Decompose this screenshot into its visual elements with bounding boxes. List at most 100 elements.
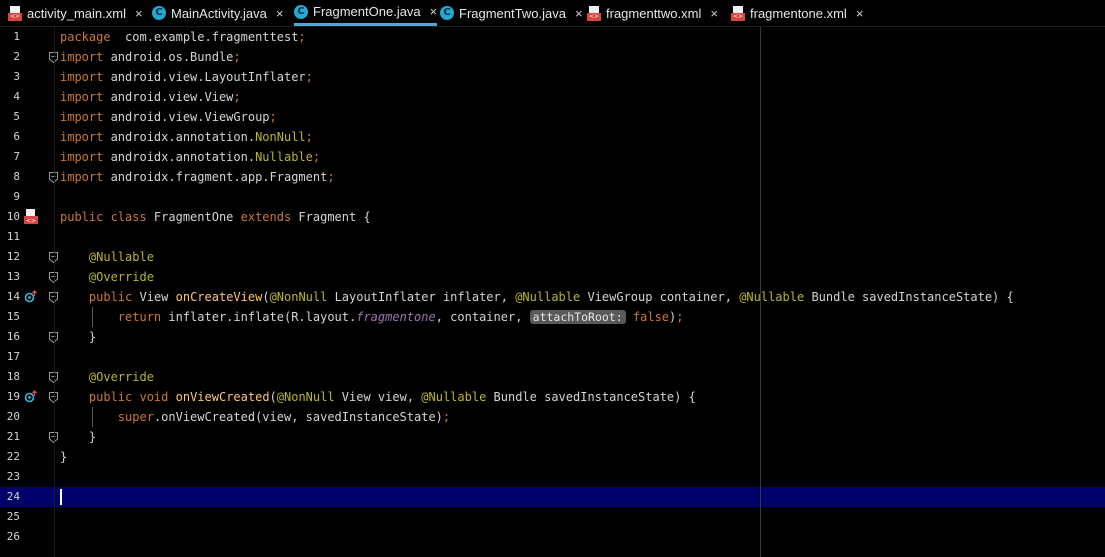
code-token: android.view.ViewGroup (103, 110, 270, 124)
code-token: return (117, 310, 162, 324)
code-token: @Override (88, 370, 154, 384)
code-token: import (60, 70, 104, 84)
override-method-icon[interactable] (24, 390, 38, 404)
line-number: 2 (13, 50, 20, 63)
close-tab-icon[interactable]: × (575, 6, 583, 21)
code-line[interactable]: 13 @Override (0, 267, 1105, 287)
code-token: @Nullable (421, 390, 487, 404)
code-line[interactable]: 25 (0, 507, 1105, 527)
tab-fragmenttwo-java[interactable]: C FragmentTwo.java × (440, 0, 583, 26)
close-tab-icon[interactable]: × (710, 6, 718, 21)
code-token: public void (88, 390, 169, 404)
line-number: 17 (6, 350, 20, 363)
code-token: @Nullable (739, 290, 805, 304)
close-tab-icon[interactable]: × (276, 6, 284, 21)
close-tab-icon[interactable]: × (856, 6, 864, 21)
xml-file-icon: <> (731, 5, 745, 21)
code-token: } (60, 430, 97, 444)
close-tab-icon[interactable]: × (135, 6, 143, 21)
code-line[interactable]: 3 import android.view.LayoutInflater; (0, 67, 1105, 87)
code-token: android.os.Bundle (103, 50, 234, 64)
code-line[interactable]: 20 super.onViewCreated(view, savedInstan… (0, 407, 1105, 427)
code-line[interactable]: 18 @Override (0, 367, 1105, 387)
code-line[interactable]: 10 public class FragmentOne extends Fragm… (0, 207, 1105, 227)
code-line[interactable]: 9 (0, 187, 1105, 207)
code-line[interactable]: 5 import android.view.ViewGroup; (0, 107, 1105, 127)
tab-mainactivity-java[interactable]: C MainActivity.java × (152, 0, 283, 26)
tab-label: activity_main.xml (27, 5, 126, 21)
code-token: ; (269, 110, 277, 124)
code-token: ( (269, 390, 277, 404)
code-token: LayoutInflater inflater, (327, 290, 516, 304)
close-tab-icon[interactable]: × (430, 4, 438, 19)
code-line[interactable]: 12 @Nullable (0, 247, 1105, 267)
line-number: 6 (13, 130, 20, 143)
code-token: super (117, 410, 154, 424)
tab-label: fragmentone.xml (750, 5, 847, 21)
code-token: ; (442, 410, 451, 424)
line-number: 21 (6, 430, 20, 443)
tab-fragmenttwo-xml[interactable]: <> fragmenttwo.xml × (587, 0, 718, 26)
line-number: 25 (6, 510, 20, 523)
code-line[interactable]: 23 (0, 467, 1105, 487)
tab-activity-main-xml[interactable]: <> activity_main.xml × (8, 0, 143, 26)
code-line[interactable]: 19 public void onViewCreated(@NonNull Vi… (0, 387, 1105, 407)
code-token: package (60, 30, 111, 44)
code-token: Bundle savedInstanceState) { (804, 290, 1014, 304)
gutter-separator (54, 27, 55, 557)
code-text: import androidx.annotation.Nullable; (60, 147, 320, 167)
line-number: 1 (13, 30, 20, 43)
code-line[interactable]: 15 return inflater.inflate(R.layout.frag… (0, 307, 1105, 327)
code-line[interactable]: 16 } (0, 327, 1105, 347)
code-line[interactable]: 4 import android.view.View; (0, 87, 1105, 107)
code-line[interactable]: 26 (0, 527, 1105, 547)
line-number: 4 (13, 90, 20, 103)
code-token: } (60, 450, 68, 464)
line-number: 10 (6, 210, 20, 223)
xml-layout-icon[interactable]: <> (24, 209, 38, 224)
code-token: import (60, 50, 104, 64)
code-line[interactable]: 21 } (0, 427, 1105, 447)
line-number: 13 (6, 270, 20, 283)
code-token: onViewCreated (175, 390, 270, 404)
code-line[interactable]: 6 import androidx.annotation.NonNull; (0, 127, 1105, 147)
code-text: import android.view.LayoutInflater; (60, 67, 313, 87)
xml-file-icon: <> (8, 5, 22, 21)
code-line[interactable]: 7 import androidx.annotation.Nullable; (0, 147, 1105, 167)
line-number: 5 (13, 110, 20, 123)
code-text: import androidx.fragment.app.Fragment; (60, 167, 335, 187)
code-token: inflater.inflate(R.layout. (161, 310, 357, 324)
code-text: } (60, 327, 96, 347)
code-token: import (60, 130, 104, 144)
xml-file-icon: <> (587, 5, 601, 21)
code-text: public void onViewCreated(@NonNull View … (60, 387, 696, 407)
code-line[interactable]: 8 import androidx.fragment.app.Fragment; (0, 167, 1105, 187)
code-token: Nullable (255, 150, 313, 164)
code-line[interactable]: 2 import android.os.Bundle; (0, 47, 1105, 67)
code-text: import android.os.Bundle; (60, 47, 241, 67)
line-number: 3 (13, 70, 20, 83)
code-editor[interactable]: 1 package com.example.fragmenttest; 2 impor… (0, 27, 1105, 557)
code-line[interactable]: 11 (0, 227, 1105, 247)
indent-guide (92, 407, 93, 427)
parameter-hint: attachToRoot: (529, 310, 626, 324)
tab-fragmentone-java[interactable]: C FragmentOne.java × (294, 0, 438, 26)
code-token: import (60, 170, 104, 184)
code-token: @NonNull (269, 290, 328, 304)
code-line[interactable]: 17 (0, 347, 1105, 367)
code-token: @NonNull (276, 390, 335, 404)
code-line[interactable]: 22} (0, 447, 1105, 467)
line-number: 11 (6, 230, 20, 243)
code-token: public (88, 290, 133, 304)
code-line[interactable]: 24 (0, 487, 1105, 507)
code-line[interactable]: 14 public View onCreateView(@NonNull Lay… (0, 287, 1105, 307)
override-method-icon[interactable] (24, 290, 38, 304)
code-line[interactable]: 1 package com.example.fragmenttest; (0, 27, 1105, 47)
code-token: androidx.fragment.app.Fragment (103, 170, 328, 184)
tab-fragmentone-xml[interactable]: <> fragmentone.xml × (731, 0, 863, 26)
code-token: View (132, 290, 176, 304)
